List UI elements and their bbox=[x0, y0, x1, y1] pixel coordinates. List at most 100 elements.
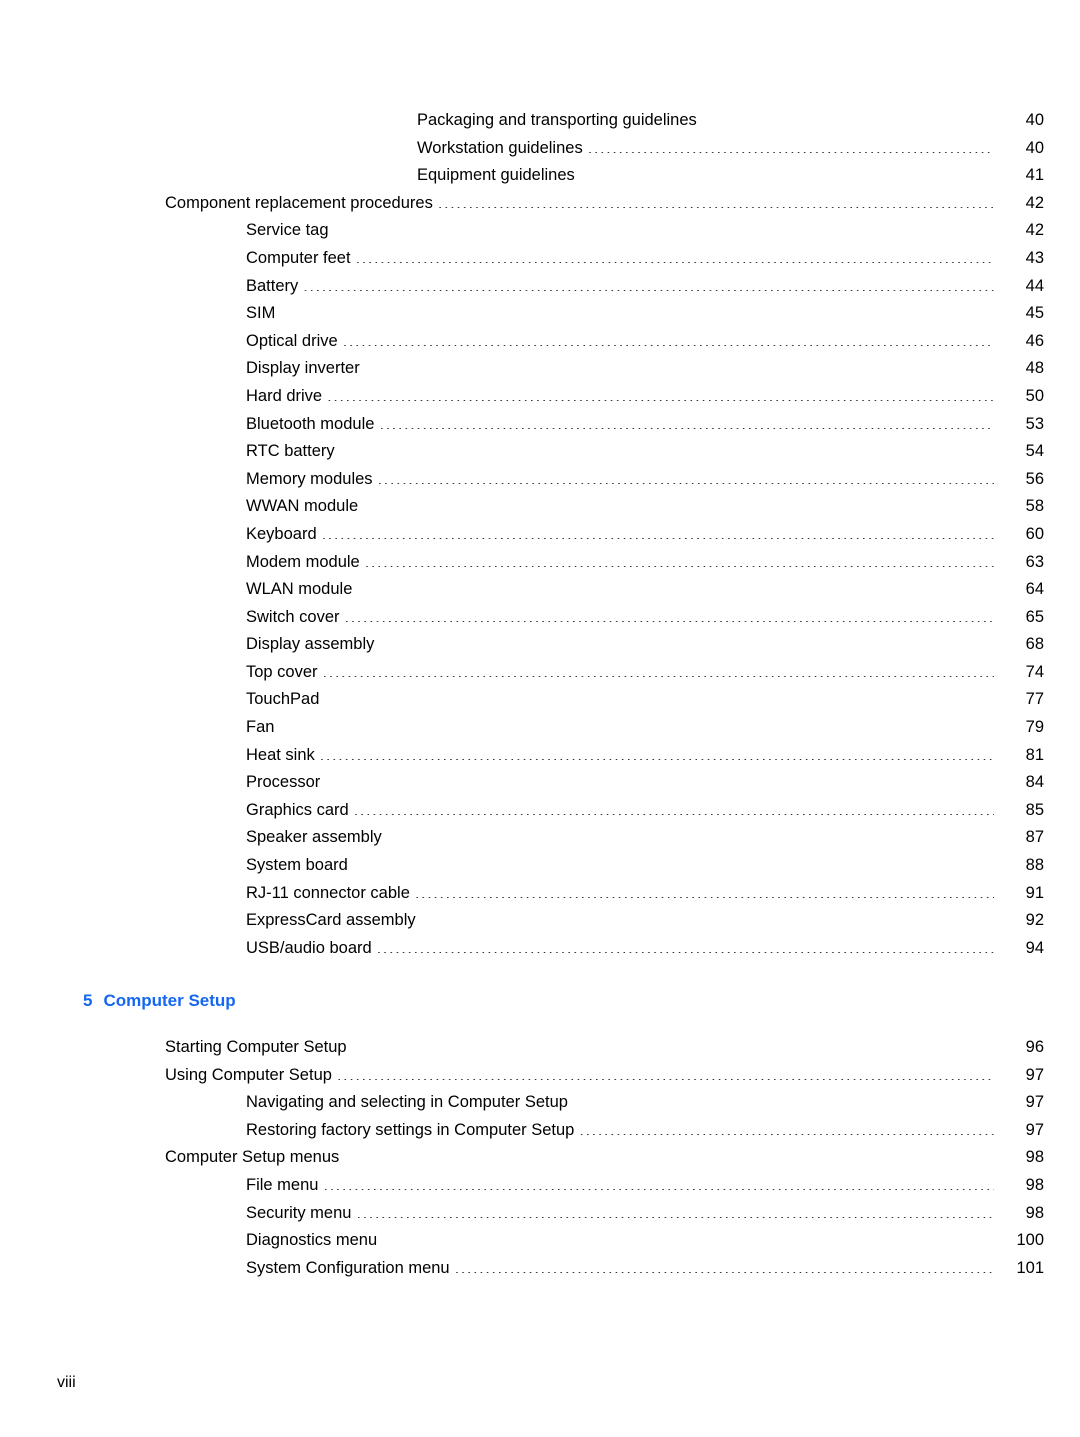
toc-entry-page-number: 56 bbox=[1025, 469, 1044, 488]
toc-entry[interactable]: Memory modules 56 bbox=[0, 466, 1080, 494]
toc-leader-dots bbox=[379, 633, 994, 650]
toc-entry-title: Speaker assembly bbox=[246, 828, 382, 847]
toc-entry-page-number: 64 bbox=[1025, 580, 1044, 599]
toc-entry[interactable]: Using Computer Setup 97 bbox=[0, 1062, 1080, 1090]
toc-entry[interactable]: Hard drive 50 bbox=[0, 383, 1080, 411]
chapter-number: 5 bbox=[83, 991, 93, 1011]
toc-entry[interactable]: Heat sink 81 bbox=[0, 742, 1080, 770]
toc-entry[interactable]: Display assembly 68 bbox=[0, 631, 1080, 659]
toc-entry[interactable]: Optical drive 46 bbox=[0, 328, 1080, 356]
toc-entry-title: Bluetooth module bbox=[246, 414, 375, 433]
chapter-heading-computer-setup[interactable]: 5 Computer Setup bbox=[0, 987, 1080, 1015]
toc-entry[interactable]: File menu 98 bbox=[0, 1172, 1080, 1200]
toc-entry[interactable]: SIM 45 bbox=[0, 300, 1080, 328]
page-folio: viii bbox=[57, 1374, 76, 1391]
toc-entry[interactable]: Workstation guidelines 40 bbox=[0, 135, 1080, 163]
toc-entry[interactable]: RTC battery 54 bbox=[0, 438, 1080, 466]
toc-entry-title: Processor bbox=[246, 773, 321, 792]
toc-entry-title: Display inverter bbox=[246, 359, 360, 378]
toc-entry[interactable]: Speaker assembly 87 bbox=[0, 824, 1080, 852]
toc-entry-title: Equipment guidelines bbox=[417, 166, 575, 185]
toc-entry-title: Computer Setup menus bbox=[165, 1148, 340, 1167]
toc-entry[interactable]: System board 88 bbox=[0, 852, 1080, 880]
toc-leader-dots bbox=[323, 1173, 994, 1190]
toc-entry[interactable]: Graphics card 85 bbox=[0, 797, 1080, 825]
toc-entry[interactable]: Navigating and selecting in Computer Set… bbox=[0, 1089, 1080, 1117]
toc-entry-page-number: 98 bbox=[1025, 1175, 1044, 1194]
toc-entry-title: Fan bbox=[246, 718, 275, 737]
toc-entry-page-number: 97 bbox=[1025, 1093, 1044, 1112]
toc-leader-dots bbox=[579, 1118, 994, 1135]
toc-entry-title: Memory modules bbox=[246, 469, 373, 488]
toc-entry[interactable]: TouchPad 77 bbox=[0, 686, 1080, 714]
toc-entry-title: Heat sink bbox=[246, 745, 315, 764]
toc-entry[interactable]: Computer Setup menus 98 bbox=[0, 1144, 1080, 1172]
toc-leader-dots bbox=[353, 854, 994, 871]
toc-entry[interactable]: Service tag 42 bbox=[0, 217, 1080, 245]
toc-entry[interactable]: Restoring factory settings in Computer S… bbox=[0, 1117, 1080, 1145]
toc-entry[interactable]: WWAN module 58 bbox=[0, 493, 1080, 521]
toc-entry-page-number: 97 bbox=[1025, 1120, 1044, 1139]
toc-entry[interactable]: Bluetooth module 53 bbox=[0, 411, 1080, 439]
toc-entry[interactable]: ExpressCard assembly 92 bbox=[0, 907, 1080, 935]
toc-entry[interactable]: RJ-11 connector cable 91 bbox=[0, 880, 1080, 908]
toc-entry-title: TouchPad bbox=[246, 690, 320, 709]
toc-entry-page-number: 42 bbox=[1025, 221, 1044, 240]
toc-leader-dots bbox=[580, 164, 994, 181]
toc-entry[interactable]: Diagnostics menu 100 bbox=[0, 1227, 1080, 1255]
toc-entry[interactable]: System Configuration menu 101 bbox=[0, 1255, 1080, 1283]
toc-entry[interactable]: USB/audio board 94 bbox=[0, 935, 1080, 963]
toc-entry[interactable]: Packaging and transporting guidelines 40 bbox=[0, 107, 1080, 135]
toc-entry-title: RJ-11 connector cable bbox=[246, 883, 410, 902]
toc-leader-dots bbox=[356, 246, 994, 263]
toc-entry-title: SIM bbox=[246, 304, 276, 323]
toc-leader-dots bbox=[323, 660, 994, 677]
toc-leader-dots bbox=[363, 495, 994, 512]
toc-entry-title: Navigating and selecting in Computer Set… bbox=[246, 1093, 568, 1112]
toc-entry-page-number: 74 bbox=[1025, 662, 1044, 681]
toc-leader-dots bbox=[340, 440, 994, 457]
toc-entry-page-number: 41 bbox=[1025, 166, 1044, 185]
toc-entry-title: WWAN module bbox=[246, 497, 359, 516]
toc-entry[interactable]: Switch cover 65 bbox=[0, 604, 1080, 632]
toc-leader-dots bbox=[345, 605, 994, 622]
toc-entry-page-number: 63 bbox=[1025, 552, 1044, 571]
toc-entry[interactable]: Fan 79 bbox=[0, 714, 1080, 742]
toc-leader-dots bbox=[279, 716, 994, 733]
toc-entry-page-number: 94 bbox=[1025, 938, 1044, 957]
toc-entry-title: Security menu bbox=[246, 1203, 352, 1222]
toc-entry[interactable]: Display inverter 48 bbox=[0, 355, 1080, 383]
toc-entry-page-number: 40 bbox=[1025, 138, 1044, 157]
toc-entry[interactable]: Computer feet 43 bbox=[0, 245, 1080, 273]
toc-entry-title: USB/audio board bbox=[246, 938, 372, 957]
toc-entry[interactable]: WLAN module 64 bbox=[0, 576, 1080, 604]
toc-entry-title: Restoring factory settings in Computer S… bbox=[246, 1120, 575, 1139]
toc-leader-dots bbox=[280, 302, 994, 319]
toc-entry-page-number: 97 bbox=[1025, 1065, 1044, 1084]
toc-entry-title: WLAN module bbox=[246, 580, 353, 599]
toc-leader-dots bbox=[455, 1256, 994, 1273]
toc-entry[interactable]: Keyboard 60 bbox=[0, 521, 1080, 549]
toc-entry-title: Service tag bbox=[246, 221, 329, 240]
toc-leader-dots bbox=[387, 826, 994, 843]
toc-entry-title: RTC battery bbox=[246, 442, 335, 461]
toc-entry[interactable]: Modem module 63 bbox=[0, 549, 1080, 577]
toc-entry-page-number: 45 bbox=[1025, 304, 1044, 323]
toc-leader-dots bbox=[702, 109, 994, 126]
toc-entry-page-number: 53 bbox=[1025, 414, 1044, 433]
toc-leader-dots bbox=[352, 1036, 994, 1053]
toc-entry[interactable]: Battery 44 bbox=[0, 273, 1080, 301]
toc-entry[interactable]: Component replacement procedures 42 bbox=[0, 190, 1080, 218]
toc-leader-dots bbox=[438, 191, 994, 208]
toc-entry-page-number: 85 bbox=[1025, 800, 1044, 819]
toc-leader-dots bbox=[356, 1201, 994, 1218]
toc-entry-title: Hard drive bbox=[246, 386, 323, 405]
toc-entry[interactable]: Processor 84 bbox=[0, 769, 1080, 797]
toc-leader-dots bbox=[325, 771, 994, 788]
toc-entry[interactable]: Security menu 98 bbox=[0, 1200, 1080, 1228]
toc-entry[interactable]: Top cover 74 bbox=[0, 659, 1080, 687]
toc-entry[interactable]: Starting Computer Setup 96 bbox=[0, 1034, 1080, 1062]
toc-entry[interactable]: Equipment guidelines 41 bbox=[0, 162, 1080, 190]
toc-entry-group-continued: Packaging and transporting guidelines40W… bbox=[0, 107, 1080, 962]
toc-entry-title: Modem module bbox=[246, 552, 360, 571]
